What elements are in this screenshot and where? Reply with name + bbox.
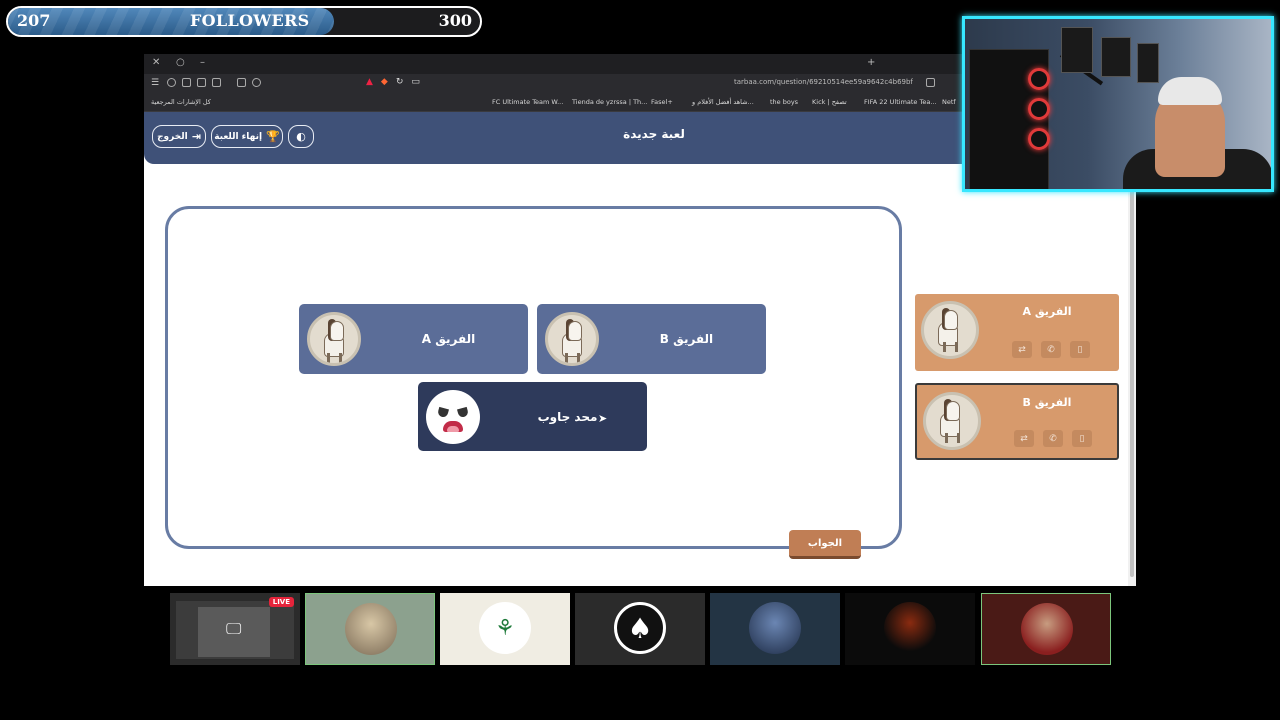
address-bar[interactable]: tarbaa.com/question/69210514ee59a9642c4b…	[734, 78, 913, 86]
avatar	[1021, 603, 1073, 655]
end-game-button[interactable]: إنهاء اللعبة 🏆	[211, 125, 283, 148]
url-bar-icons: ▲ ◆ ↻ ▭	[366, 77, 420, 87]
nobody-answered-label: محد جاوب	[537, 409, 598, 424]
horse-avatar-icon	[921, 301, 979, 359]
logout-icon: ⇥	[191, 130, 201, 143]
follower-label: FOLLOWERS	[190, 11, 310, 30]
scoreboard-team-name: الفريق B	[1022, 396, 1072, 409]
palm-emblem-icon: ⚘	[479, 602, 531, 654]
bookmark-icon[interactable]	[926, 78, 935, 87]
avatar	[884, 602, 936, 654]
team-b-label: الفريق B	[659, 332, 714, 346]
horse-avatar-icon	[545, 312, 599, 366]
team-a-button[interactable]: الفريق A	[299, 304, 528, 374]
spade-icon: ♠	[614, 602, 666, 654]
scoreboard-team-name: الفريق A	[1022, 305, 1072, 318]
poster	[1061, 27, 1093, 73]
scoreboard-team-a: الفريق A ⇄ ✆ ▯	[915, 294, 1119, 371]
phone-icon[interactable]: ✆	[1041, 341, 1061, 358]
live-badge: LIVE	[268, 597, 294, 607]
exit-button[interactable]: الخروج ⇥	[152, 125, 206, 148]
extension-icon[interactable]	[182, 78, 191, 87]
cursor-icon: ➤	[598, 412, 608, 425]
bookmark-item[interactable]: Fasel+	[651, 98, 673, 106]
helper-buttons: ⇄ ✆ ▯	[1012, 341, 1090, 358]
page-title: لعبة جديدة	[623, 127, 685, 141]
team-b-button[interactable]: الفريق B	[537, 304, 766, 374]
answer-button[interactable]: الجواب	[789, 530, 861, 559]
avatar	[345, 603, 397, 655]
minimize-icon[interactable]: –	[200, 57, 205, 68]
bookmark-item[interactable]: Kick | تصفح	[812, 98, 847, 106]
reload-icon[interactable]: ↻	[396, 77, 404, 87]
participant-tile[interactable]	[981, 593, 1111, 665]
nobody-answered-button[interactable]: محد جاوب ➤	[418, 382, 647, 451]
participant-screen-share[interactable]: 🖵 LIVE	[170, 593, 300, 665]
monitor-icon: 🖵	[226, 619, 242, 638]
close-icon[interactable]: ✕	[152, 57, 160, 68]
new-tab-icon[interactable]: +	[867, 57, 875, 68]
swap-icon[interactable]: ⇄	[1012, 341, 1032, 358]
restore-icon[interactable]: ○	[176, 57, 185, 68]
swap-icon[interactable]: ⇄	[1014, 430, 1034, 447]
hand-icon[interactable]: ▯	[1072, 430, 1092, 447]
avatar	[749, 602, 801, 654]
brave-icon[interactable]: ◆	[381, 77, 388, 87]
bookmark-item[interactable]: Netf	[942, 98, 956, 106]
warning-icon[interactable]: ▲	[366, 77, 373, 87]
palette-icon: ◐	[296, 130, 306, 143]
tabs-icon[interactable]	[197, 78, 206, 87]
poster	[1101, 37, 1131, 77]
bookmark-item[interactable]: Tienda de yzrssa | Th...	[572, 98, 647, 106]
question-board: الفريق A الفريق B محد جاوب ➤	[165, 206, 902, 549]
participant-tile[interactable]: ♠	[575, 593, 705, 665]
chat-icon[interactable]	[252, 78, 261, 87]
shield-icon[interactable]	[167, 78, 176, 87]
end-game-label: إنهاء اللعبة	[214, 131, 263, 142]
exit-label: الخروج	[157, 131, 188, 142]
horse-avatar-icon	[307, 312, 361, 366]
trophy-icon: 🏆	[266, 130, 280, 143]
streamer-cap	[1158, 77, 1222, 105]
participant-tile[interactable]	[710, 593, 840, 665]
stream-canvas: 207 FOLLOWERS 300 ✕ ○ – + ☰ ▲ ◆ ↻ ▭ tarb…	[0, 0, 1280, 720]
bookmark-item[interactable]: the boys	[770, 98, 798, 106]
bookmark-item[interactable]: شاهد أفضل الأفلام و...	[692, 98, 754, 106]
follower-goal-bar: 207 FOLLOWERS 300	[6, 6, 482, 37]
bookmark-folder[interactable]: كل الإشارات المرجعية	[151, 98, 211, 106]
poster	[1137, 43, 1159, 83]
participant-tile[interactable]	[845, 593, 975, 665]
horse-avatar-icon	[923, 392, 981, 450]
participant-tile[interactable]: ⚘	[440, 593, 570, 665]
screenshot-icon[interactable]	[237, 78, 246, 87]
webcam-overlay	[962, 16, 1274, 192]
helper-buttons: ⇄ ✆ ▯	[1014, 430, 1092, 447]
hand-icon[interactable]: ▯	[1070, 341, 1090, 358]
angry-face-icon	[426, 390, 480, 444]
scoreboard-team-b: الفريق B ⇄ ✆ ▯	[915, 383, 1119, 460]
pc-case	[969, 49, 1050, 189]
follower-current: 207	[17, 11, 51, 30]
phone-icon[interactable]: ✆	[1043, 430, 1063, 447]
theme-button[interactable]: ◐	[288, 125, 314, 148]
bookmark-item[interactable]: FIFA 22 Ultimate Tea...	[864, 98, 937, 106]
follower-goal: 300	[438, 11, 472, 30]
participant-tile[interactable]	[305, 593, 435, 665]
sidebar-icon[interactable]	[212, 78, 221, 87]
screen-icon[interactable]: ▭	[411, 77, 420, 87]
bookmark-item[interactable]: FC Ultimate Team W...	[492, 98, 563, 106]
menu-icon[interactable]: ☰	[151, 78, 159, 88]
team-a-label: الفريق A	[421, 332, 476, 346]
